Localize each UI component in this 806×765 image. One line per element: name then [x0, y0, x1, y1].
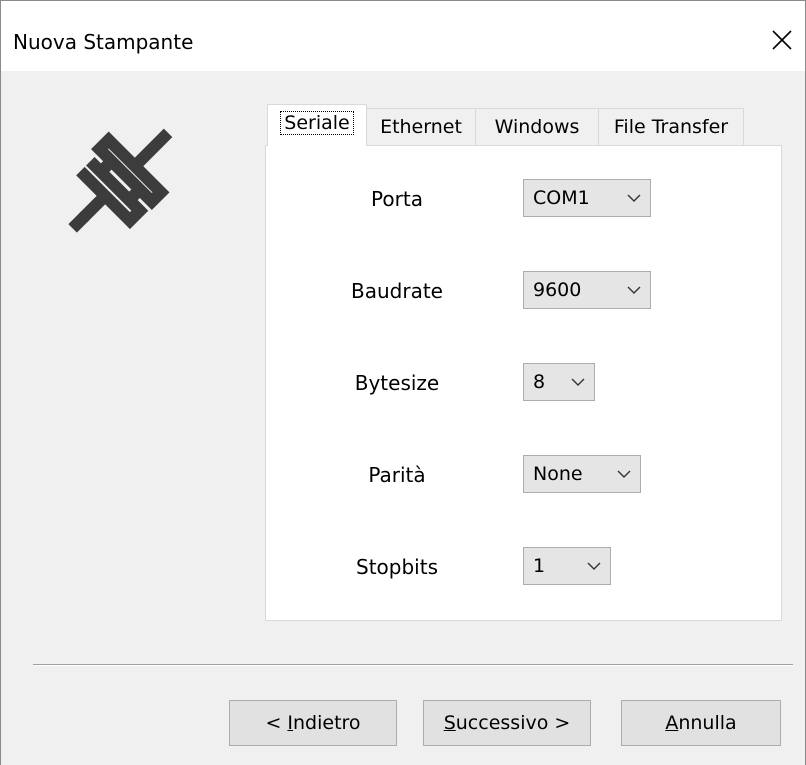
tab-file-transfer[interactable]: File Transfer	[598, 108, 744, 146]
separator	[33, 664, 793, 666]
next-button-mnemonic: S	[443, 712, 456, 734]
chevron-down-icon	[587, 562, 601, 570]
chevron-down-icon	[571, 378, 585, 386]
dialog-window: Nuova Stampante Seriale Ethernet Windows…	[0, 0, 806, 765]
parita-value: None	[533, 463, 583, 485]
parita-select[interactable]: None	[523, 455, 641, 493]
chevron-down-icon	[627, 194, 641, 202]
parita-label: Parità	[368, 463, 426, 487]
stopbits-select[interactable]: 1	[523, 547, 611, 585]
close-icon	[772, 30, 792, 50]
tab-label: Seriale	[280, 111, 354, 135]
title-bar: Nuova Stampante	[1, 1, 805, 71]
chevron-down-icon	[627, 286, 641, 294]
chevron-down-icon	[617, 470, 631, 478]
baudrate-value: 9600	[533, 279, 582, 301]
baudrate-select[interactable]: 9600	[523, 271, 651, 309]
tab-label: File Transfer	[613, 116, 729, 138]
porta-label: Porta	[371, 187, 423, 211]
next-button-label: uccessivo >	[455, 712, 571, 734]
tab-ethernet[interactable]: Ethernet	[366, 108, 476, 146]
cancel-button-mnemonic: A	[665, 712, 679, 734]
cancel-button-label: nnulla	[678, 712, 737, 734]
stopbits-value: 1	[533, 555, 546, 577]
tab-label: Ethernet	[380, 116, 462, 138]
porta-value: COM1	[533, 187, 590, 209]
back-button[interactable]: < Indietro	[229, 700, 397, 746]
cancel-button[interactable]: Annulla	[621, 700, 781, 746]
porta-select[interactable]: COM1	[523, 179, 651, 217]
bytesize-label: Bytesize	[354, 371, 440, 395]
close-button[interactable]	[759, 17, 805, 63]
tab-windows[interactable]: Windows	[475, 108, 599, 146]
back-button-prefix: <	[265, 712, 288, 734]
baudrate-label: Baudrate	[351, 279, 443, 303]
stopbits-label: Stopbits	[356, 555, 438, 579]
bytesize-value: 8	[533, 371, 546, 393]
back-button-label: ndietro	[293, 712, 361, 734]
tab-seriale[interactable]: Seriale	[267, 104, 367, 146]
plug-icon	[68, 128, 173, 233]
tab-label: Windows	[494, 116, 580, 138]
window-title: Nuova Stampante	[13, 30, 194, 54]
bytesize-select[interactable]: 8	[523, 363, 595, 401]
next-button[interactable]: Successivo >	[423, 700, 591, 746]
